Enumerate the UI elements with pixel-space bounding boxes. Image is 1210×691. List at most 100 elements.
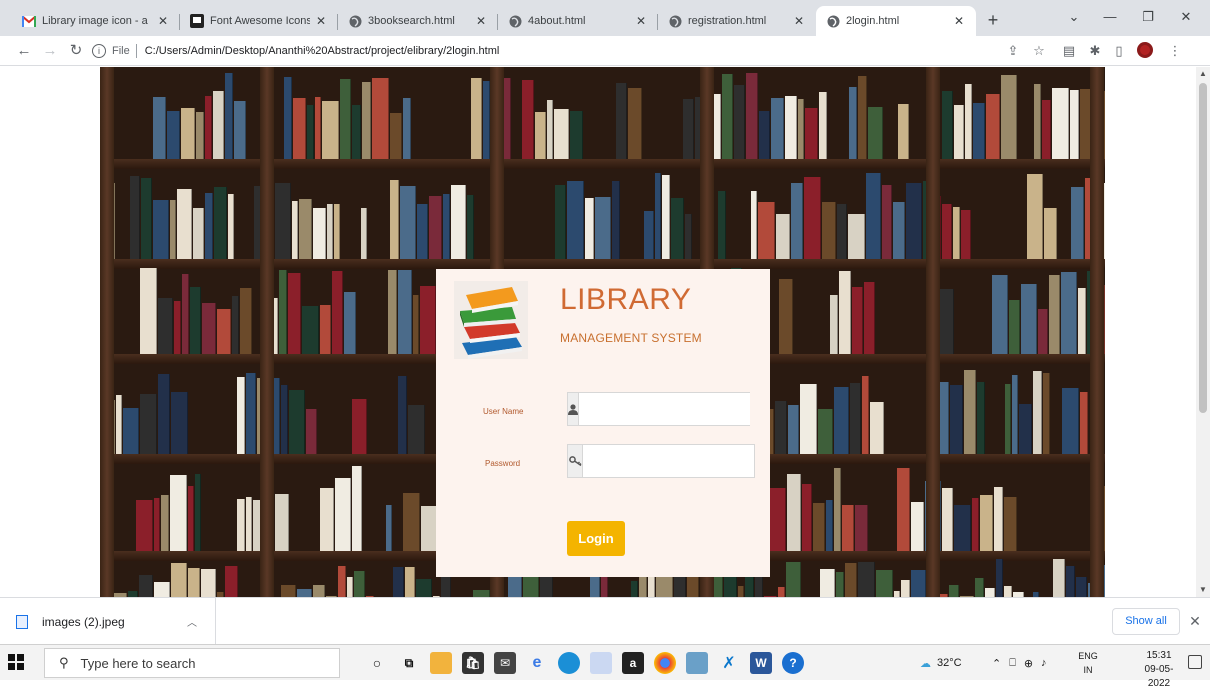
book-spine — [441, 577, 451, 597]
chevron-up-icon[interactable]: ⌃ — [992, 657, 1001, 670]
tab-title: 3booksearch.html — [368, 15, 455, 27]
tab-login[interactable]: 2login.html ✕ — [816, 6, 976, 36]
internet-explorer-icon[interactable]: e — [526, 652, 548, 674]
show-all-button[interactable]: Show all — [1112, 608, 1180, 635]
profile-avatar-icon[interactable] — [1136, 42, 1154, 60]
book-spine — [1080, 392, 1088, 454]
close-icon[interactable]: ✕ — [314, 14, 328, 28]
edge-icon[interactable] — [558, 652, 580, 674]
help-icon[interactable]: ? — [782, 652, 804, 674]
tab-booksearch[interactable]: 3booksearch.html ✕ — [338, 6, 498, 36]
tab-font-awesome[interactable]: Font Awesome Icons ✕ — [180, 6, 338, 36]
clock[interactable]: 15:31 09-05-2022 — [1136, 649, 1182, 691]
password-input[interactable] — [583, 445, 754, 477]
word-icon[interactable]: W — [750, 652, 772, 674]
book-spine — [805, 108, 818, 159]
taskbar-search-box[interactable]: ⚲ Type here to search — [44, 648, 340, 678]
store-icon[interactable]: 🛍 — [462, 652, 484, 674]
close-icon[interactable]: ✕ — [474, 14, 488, 28]
reading-mode-icon[interactable]: ▤ — [1060, 42, 1078, 60]
book-spine — [362, 82, 371, 159]
book-spine — [416, 579, 432, 597]
amazon-icon[interactable]: a — [622, 652, 644, 674]
new-tab-button[interactable]: + — [982, 10, 1004, 32]
book-spine — [826, 500, 833, 551]
book-spine — [535, 112, 546, 159]
book-spine — [393, 567, 404, 597]
book-spine — [1005, 384, 1011, 454]
file-explorer-icon[interactable] — [430, 652, 452, 674]
book-spine — [758, 202, 775, 259]
tab-registration[interactable]: registration.html ✕ — [658, 6, 816, 36]
chrome-icon[interactable] — [654, 652, 676, 674]
mail-icon[interactable]: ✉ — [494, 652, 516, 674]
back-arrow-icon[interactable]: ← — [14, 41, 34, 61]
restore-icon[interactable]: ❐ — [1130, 6, 1166, 28]
minimize-icon[interactable]: — — [1092, 6, 1128, 28]
globe-icon — [348, 14, 362, 28]
share-icon[interactable]: ⇪ — [1004, 42, 1022, 60]
close-icon[interactable]: ✕ — [156, 14, 170, 28]
book-spine — [882, 185, 892, 259]
windows-start-icon[interactable] — [8, 654, 26, 672]
close-icon[interactable]: ✕ — [634, 14, 648, 28]
info-icon[interactable]: i — [92, 44, 106, 58]
vscode-icon[interactable]: ✗ — [718, 652, 740, 674]
shelf-post — [260, 67, 274, 597]
login-button[interactable]: Login — [567, 521, 625, 556]
side-panel-icon[interactable]: ▯ — [1110, 42, 1128, 60]
book-spine — [1104, 565, 1105, 597]
app-icon[interactable] — [686, 652, 708, 674]
book-spine — [140, 268, 157, 354]
book-spine — [994, 487, 1003, 551]
scheme-label: File — [112, 45, 130, 57]
tab-library-image[interactable]: Library image icon - a ✕ — [12, 6, 180, 36]
scrollbar-thumb[interactable] — [1199, 83, 1207, 413]
tab-about[interactable]: 4about.html ✕ — [498, 6, 658, 36]
app-icon[interactable] — [590, 652, 612, 674]
battery-icon[interactable]: ⎕ — [1009, 657, 1016, 670]
reload-icon[interactable]: ↻ — [66, 41, 86, 61]
downloads-bar: images (2).jpeg ︿ Show all ✕ — [0, 597, 1210, 645]
book-spine — [451, 185, 466, 259]
book-spine — [718, 191, 726, 259]
cortana-icon[interactable]: ○ — [366, 652, 388, 674]
close-icon[interactable]: ✕ — [792, 14, 806, 28]
book-spine — [313, 585, 325, 597]
download-item[interactable]: images (2).jpeg ︿ — [10, 598, 216, 645]
book-spine — [167, 111, 180, 159]
book-spine — [188, 486, 194, 551]
language-indicator[interactable]: ENG IN — [1076, 649, 1100, 677]
extensions-puzzle-icon[interactable]: ✱ — [1086, 42, 1104, 60]
notification-icon[interactable] — [1188, 655, 1202, 669]
book-spine — [443, 194, 450, 259]
scroll-down-icon[interactable]: ▼ — [1196, 583, 1210, 597]
tab-search-icon[interactable]: ⌄ — [1056, 6, 1092, 28]
username-input[interactable] — [579, 393, 750, 425]
window-close-icon[interactable]: ✕ — [1168, 6, 1204, 28]
network-icon[interactable]: ⊕ — [1024, 657, 1033, 670]
book-spine — [352, 466, 362, 551]
book-spine — [1053, 559, 1065, 597]
tab-strip: Library image icon - a ✕ Font Awesome Ic… — [0, 0, 1210, 36]
address-bar[interactable]: i File C:/Users/Admin/Desktop/Ananthi%20… — [92, 40, 992, 62]
book-spine — [246, 497, 252, 551]
task-view-icon[interactable]: ⧉ — [398, 652, 420, 674]
close-downloads-icon[interactable]: ✕ — [1186, 612, 1204, 630]
book-spine — [1012, 375, 1018, 454]
book-spine — [954, 105, 964, 159]
book-spine — [158, 298, 173, 354]
chevron-up-icon[interactable]: ︿ — [187, 614, 197, 629]
book-spine — [1004, 586, 1012, 597]
book-spine — [335, 478, 351, 551]
url-text[interactable]: C:/Users/Admin/Desktop/Ananthi%20Abstrac… — [145, 45, 500, 57]
forward-arrow-icon[interactable]: → — [40, 41, 60, 61]
volume-icon[interactable]: ♪ — [1041, 657, 1047, 669]
menu-kebab-icon[interactable]: ⋮ — [1166, 42, 1184, 60]
weather-widget[interactable]: ☁ 32°C — [920, 645, 962, 681]
close-icon[interactable]: ✕ — [952, 14, 966, 28]
page-scrollbar[interactable]: ▲ ▼ — [1196, 67, 1210, 597]
bookmark-star-icon[interactable]: ☆ — [1030, 42, 1048, 60]
scroll-up-icon[interactable]: ▲ — [1196, 67, 1210, 81]
shelf-post — [926, 67, 940, 597]
